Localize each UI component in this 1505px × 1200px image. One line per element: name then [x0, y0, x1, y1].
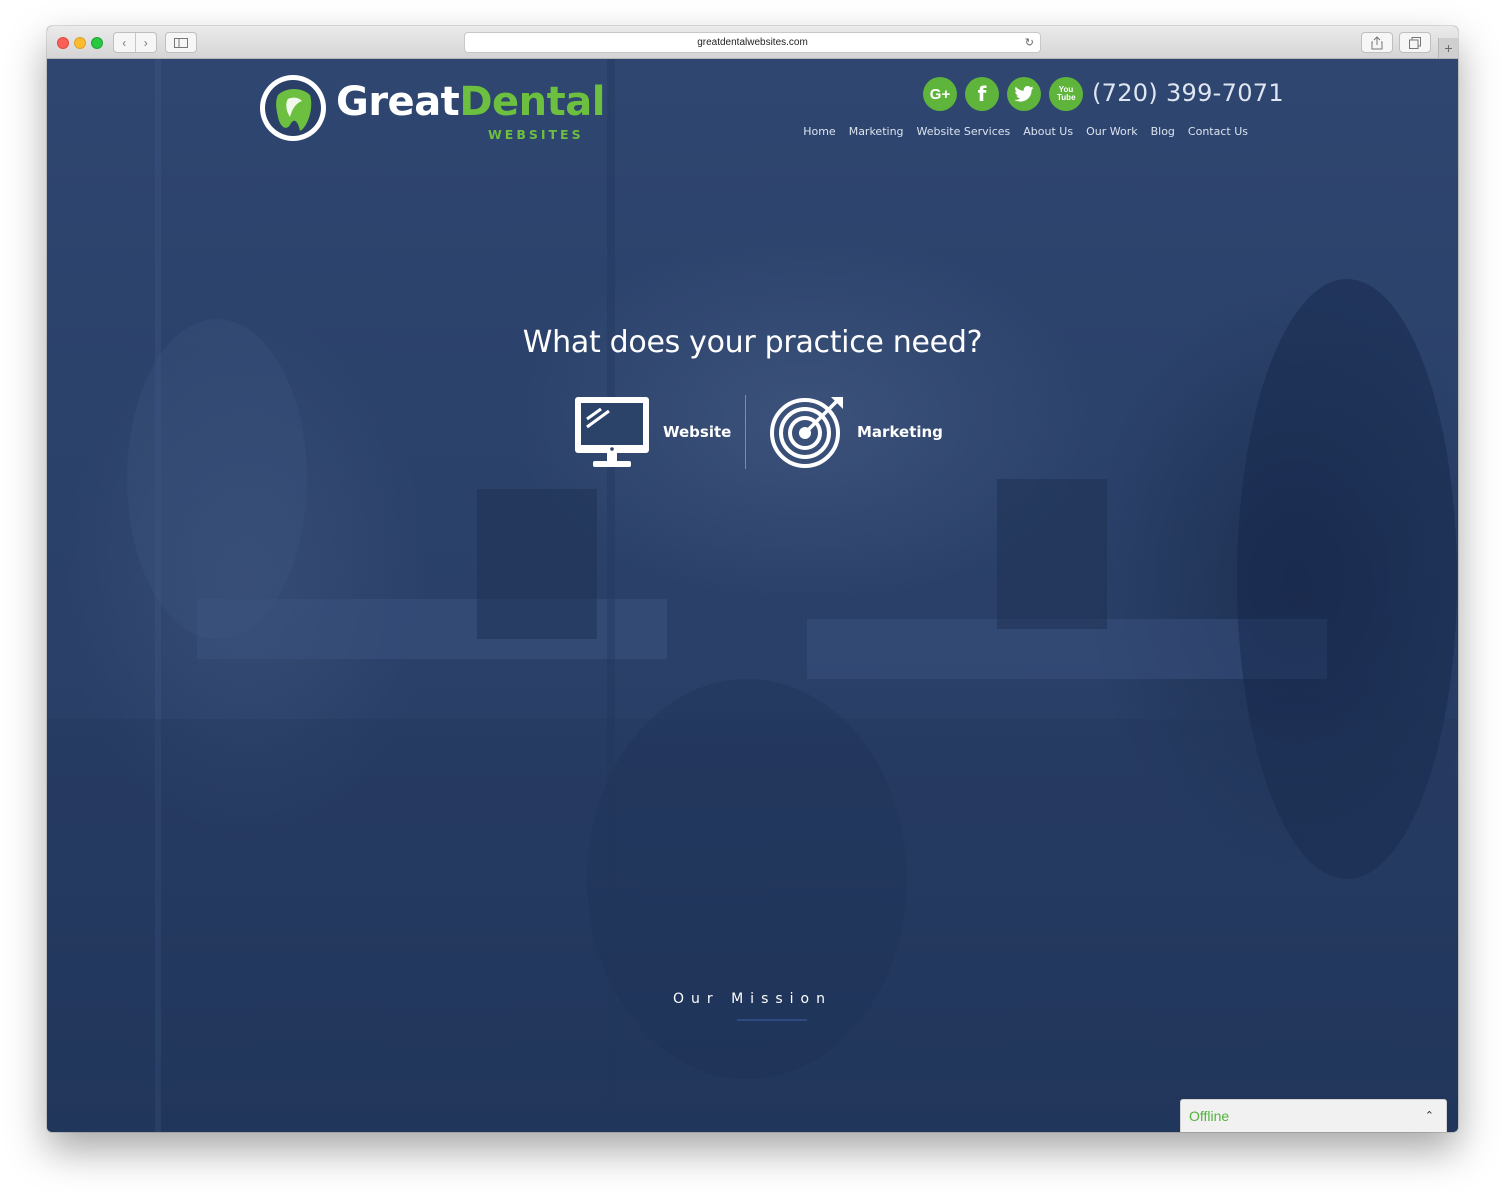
website-option[interactable]: Website — [573, 395, 731, 469]
history-buttons: ‹ › — [113, 32, 157, 53]
logo-text: GreatDental — [336, 79, 605, 125]
nav-our-work[interactable]: Our Work — [1086, 125, 1138, 138]
sidebar-icon — [174, 37, 188, 48]
monitor-icon — [575, 397, 649, 467]
google-plus-icon[interactable]: G+ — [923, 77, 957, 111]
logo-word-great: Great — [336, 79, 460, 125]
mission-underline — [737, 1019, 807, 1021]
facebook-icon[interactable]: f — [965, 77, 999, 111]
twitter-icon[interactable] — [1007, 77, 1041, 111]
close-window-button[interactable] — [57, 37, 69, 49]
nav-contact-us[interactable]: Contact Us — [1188, 125, 1248, 138]
logo-word-dental: Dental — [459, 79, 605, 125]
our-mission-link[interactable]: Our Mission — [47, 991, 1458, 1007]
chat-widget[interactable]: Offline ⌃ — [1180, 1099, 1447, 1132]
nav-home[interactable]: Home — [803, 125, 835, 138]
nav-about-us[interactable]: About Us — [1023, 125, 1073, 138]
chevron-left-icon[interactable]: ‹ — [114, 33, 135, 52]
marketing-option-label: Marketing — [857, 423, 943, 441]
maximize-window-button[interactable] — [91, 37, 103, 49]
share-icon — [1371, 35, 1383, 49]
chat-status: Offline — [1189, 1108, 1230, 1124]
target-icon — [770, 397, 843, 468]
reload-icon[interactable]: ↻ — [1025, 36, 1034, 49]
main-navigation: Home Marketing Website Services About Us… — [803, 125, 1248, 138]
tabs-button[interactable] — [1399, 32, 1431, 53]
hero-title: What does your practice need? — [522, 325, 983, 360]
browser-titlebar: ‹ › greatdentalwebsites.com ↻ + — [47, 26, 1458, 59]
chevron-right-icon[interactable]: › — [134, 33, 157, 52]
tabs-icon — [1409, 36, 1421, 49]
twitter-bird-icon — [1014, 86, 1034, 102]
browser-window: ‹ › greatdentalwebsites.com ↻ + GreatDen… — [47, 26, 1458, 1132]
page-viewport: GreatDental WEBSITES G+ f You Tube (720)… — [47, 59, 1458, 1132]
nav-website-services[interactable]: Website Services — [917, 125, 1011, 138]
url-text: greatdentalwebsites.com — [697, 37, 808, 48]
facebook-glyph: f — [977, 82, 987, 106]
chevron-up-icon[interactable]: ⌃ — [1425, 1109, 1434, 1122]
options-divider — [745, 395, 746, 469]
youtube-icon[interactable]: You Tube — [1049, 77, 1083, 111]
social-links: G+ f You Tube — [923, 77, 1083, 111]
plus-icon[interactable]: + — [1438, 38, 1458, 58]
website-option-label: Website — [663, 423, 732, 441]
tooth-logo-icon — [260, 75, 326, 141]
logo-subtitle: WEBSITES — [488, 127, 584, 142]
phone-number[interactable]: (720) 399-7071 — [1092, 79, 1284, 107]
background-scene — [47, 59, 1458, 1132]
google-plus-glyph: G+ — [929, 85, 951, 103]
sidebar-button[interactable] — [165, 32, 197, 53]
share-button[interactable] — [1361, 32, 1393, 53]
youtube-glyph: You Tube — [1057, 85, 1076, 102]
site-logo[interactable]: GreatDental WEBSITES — [258, 73, 605, 145]
nav-marketing[interactable]: Marketing — [849, 125, 904, 138]
nav-blog[interactable]: Blog — [1151, 125, 1175, 138]
marketing-option[interactable]: Marketing — [769, 395, 943, 469]
minimize-window-button[interactable] — [74, 37, 86, 49]
address-bar[interactable]: greatdentalwebsites.com ↻ — [464, 32, 1041, 53]
